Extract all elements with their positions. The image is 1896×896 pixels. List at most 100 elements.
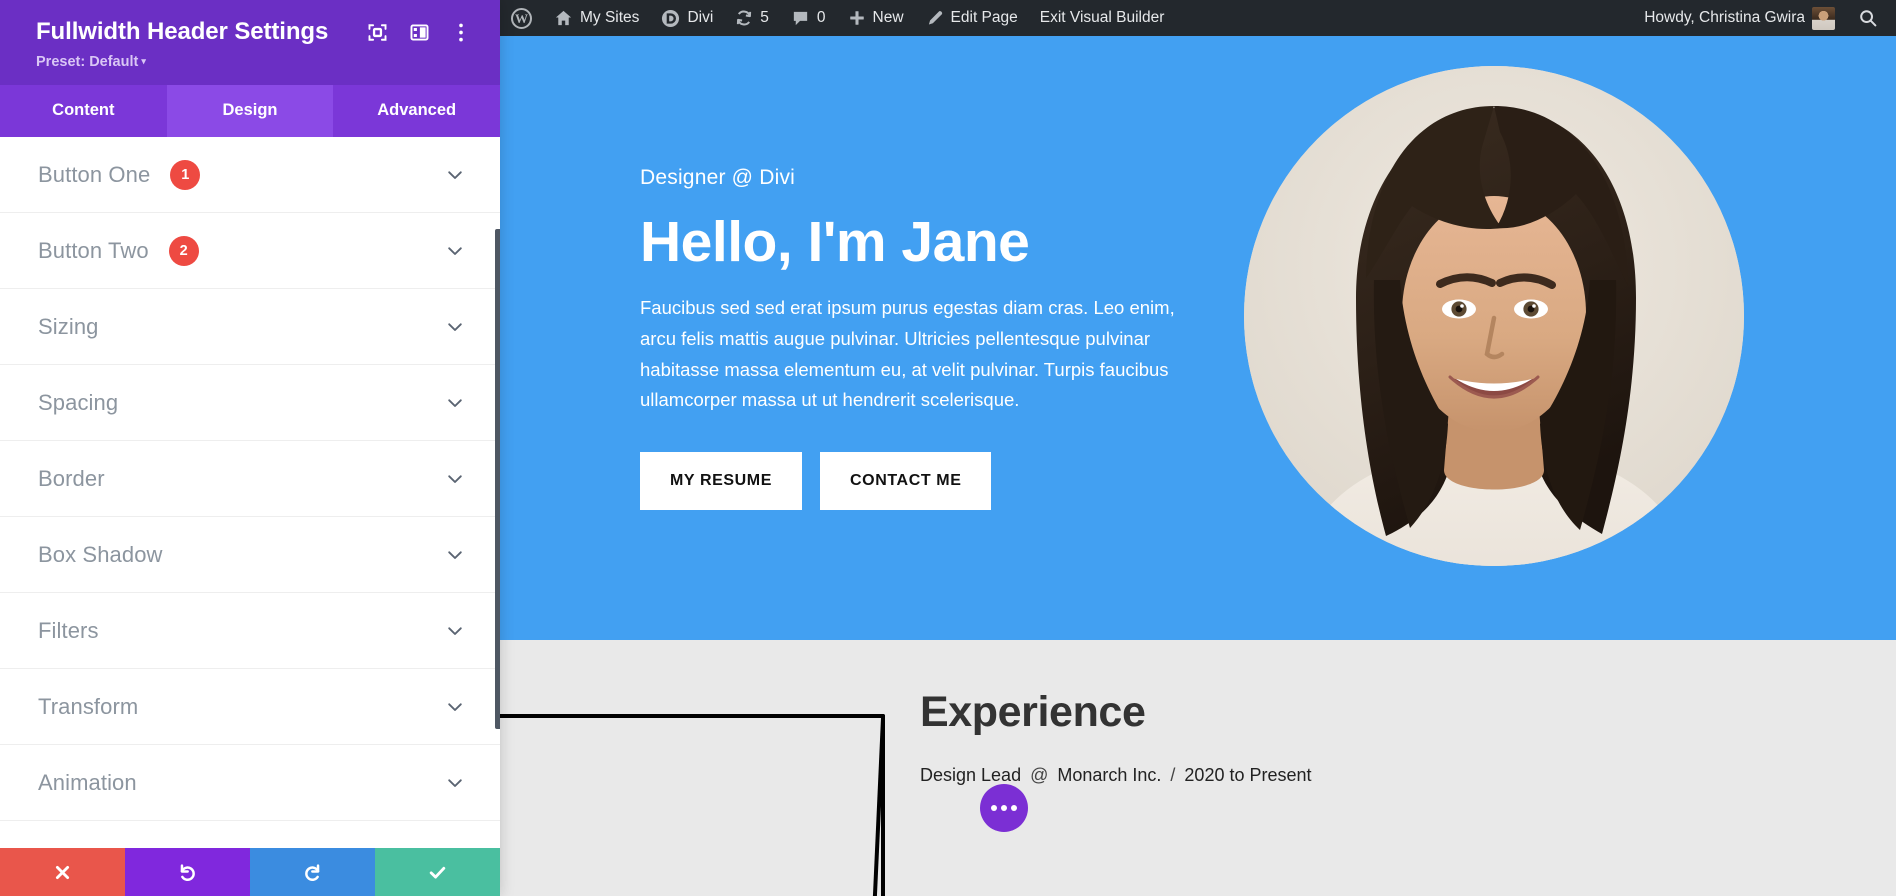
comments-count: 0 [816, 9, 826, 26]
chevron-down-icon[interactable] [446, 546, 464, 564]
search-icon [1858, 8, 1878, 28]
exit-visual-builder-label: Exit Visual Builder [1039, 9, 1165, 26]
layout-columns-icon[interactable] [408, 21, 430, 43]
hero-body-text: Faucibus sed sed erat ipsum purus egesta… [640, 297, 1175, 411]
my-sites-label: My Sites [580, 9, 640, 26]
chevron-down-icon[interactable] [446, 622, 464, 640]
save-button[interactable] [375, 848, 500, 896]
new-label: New [872, 9, 904, 26]
new-content-menu[interactable]: New [837, 0, 915, 36]
focus-target-icon[interactable] [366, 21, 388, 43]
chevron-down-icon[interactable] [446, 394, 464, 412]
updates-count: 5 [760, 9, 769, 26]
experience-company: Monarch Inc. [1057, 765, 1162, 785]
home-icon [554, 9, 573, 28]
check-icon [427, 862, 448, 883]
option-label: Spacing [38, 389, 119, 415]
option-label: Border [38, 465, 105, 491]
experience-entry: Design Lead @ Monarch Inc. / 2020 to Pre… [920, 765, 1312, 786]
fullwidth-header-module[interactable]: Designer @ Divi Hello, I'm Jane Faucibus… [500, 36, 1896, 640]
experience-at: @ [1030, 765, 1049, 785]
module-settings-panel: Fullwidth Header Settings Preset: Defaul… [0, 0, 500, 896]
adminbar-search-button[interactable] [1846, 0, 1896, 36]
option-toggle-box-shadow[interactable]: Box Shadow [0, 517, 500, 593]
avatar [1812, 6, 1835, 30]
pencil-icon [926, 9, 944, 27]
option-toggle-button-two[interactable]: Button Two 2 [0, 213, 500, 289]
dot [1001, 805, 1007, 811]
divi-label: Divi [687, 9, 714, 26]
status-badge: 2 [168, 235, 199, 266]
option-toggle-sizing[interactable]: Sizing [0, 289, 500, 365]
panel-scrollbar[interactable] [495, 229, 500, 729]
chevron-down-icon[interactable] [446, 698, 464, 716]
chevron-down-icon[interactable] [446, 318, 464, 336]
option-toggle-spacing[interactable]: Spacing [0, 365, 500, 441]
hero-text-column: Designer @ Divi Hello, I'm Jane Faucibus… [640, 165, 1185, 511]
my-sites-menu[interactable]: My Sites [543, 0, 650, 36]
panel-header: Fullwidth Header Settings Preset: Defaul… [0, 0, 500, 85]
tab-advanced[interactable]: Advanced [333, 85, 500, 137]
option-label: Filters [38, 617, 99, 643]
chevron-down-icon[interactable] [446, 166, 464, 184]
option-toggle-transform[interactable]: Transform [0, 669, 500, 745]
hero-button-group: MY RESUME CONTACT ME [640, 452, 1185, 511]
updates-menu[interactable]: 5 [724, 0, 780, 36]
undo-icon [177, 862, 198, 883]
exit-visual-builder-menu[interactable]: Exit Visual Builder [1029, 0, 1176, 36]
divi-icon [661, 9, 680, 28]
hero-kicker: Designer @ Divi [640, 165, 796, 189]
redo-icon [302, 862, 323, 883]
chevron-down-icon[interactable] [446, 470, 464, 488]
dot [1011, 805, 1017, 811]
ellipsis-button-icon[interactable] [980, 784, 1028, 832]
option-label: Button Two [38, 237, 149, 263]
hero-title: Hello, I'm Jane [640, 209, 1030, 274]
divi-menu[interactable]: Divi [650, 0, 724, 36]
howdy-menu[interactable]: Howdy, Christina Gwira [1633, 0, 1846, 36]
experience-content: Experience Design Lead @ Monarch Inc. / … [920, 688, 1312, 832]
option-label: Animation [38, 769, 137, 795]
option-label: Button One [38, 161, 151, 187]
comments-menu[interactable]: 0 [780, 0, 837, 36]
panel-header-actions [366, 21, 478, 43]
option-toggle-filters[interactable]: Filters [0, 593, 500, 669]
tab-design[interactable]: Design [166, 85, 334, 137]
preset-selector[interactable]: Preset: Default ▾ [36, 54, 146, 70]
redo-button[interactable] [250, 848, 375, 896]
panel-footer-actions [0, 848, 500, 896]
experience-title: Experience [920, 688, 1146, 736]
panel-tabs: Content Design Advanced [0, 85, 500, 137]
comment-icon [791, 9, 810, 28]
option-toggle-animation[interactable]: Animation [0, 745, 500, 821]
experience-section[interactable]: Experience Design Lead @ Monarch Inc. / … [500, 640, 1896, 896]
close-icon [53, 863, 72, 882]
preset-label: Preset: Default [36, 54, 139, 70]
module-hover-outline [500, 714, 885, 896]
more-vertical-icon[interactable] [450, 21, 472, 43]
option-label: Box Shadow [38, 541, 163, 567]
experience-dates: 2020 to Present [1184, 765, 1312, 785]
experience-separator: / [1170, 765, 1176, 785]
undo-button[interactable] [125, 848, 250, 896]
edit-page-label: Edit Page [950, 9, 1018, 26]
dot [991, 805, 997, 811]
contact-me-button[interactable]: CONTACT ME [820, 452, 992, 511]
option-toggle-button-one[interactable]: Button One 1 [0, 137, 500, 213]
plus-icon [848, 9, 866, 27]
cancel-button[interactable] [0, 848, 125, 896]
panel-options-list: Button One 1 Button Two 2 Sizing Spacing [0, 137, 500, 848]
option-label: Transform [38, 693, 139, 719]
edit-page-menu[interactable]: Edit Page [915, 0, 1029, 36]
option-toggle-border[interactable]: Border [0, 441, 500, 517]
tab-content[interactable]: Content [0, 85, 167, 137]
wp-logo-menu[interactable]: W [500, 0, 543, 36]
portrait-photo [1244, 66, 1744, 566]
chevron-down-icon[interactable] [446, 774, 464, 792]
chevron-down-icon[interactable] [446, 242, 464, 260]
my-resume-button[interactable]: MY RESUME [640, 452, 803, 511]
panel-title: Fullwidth Header Settings [36, 18, 329, 45]
panel-header-top: Fullwidth Header Settings [36, 18, 478, 46]
experience-role: Design Lead [920, 765, 1022, 785]
status-badge: 1 [170, 159, 201, 190]
